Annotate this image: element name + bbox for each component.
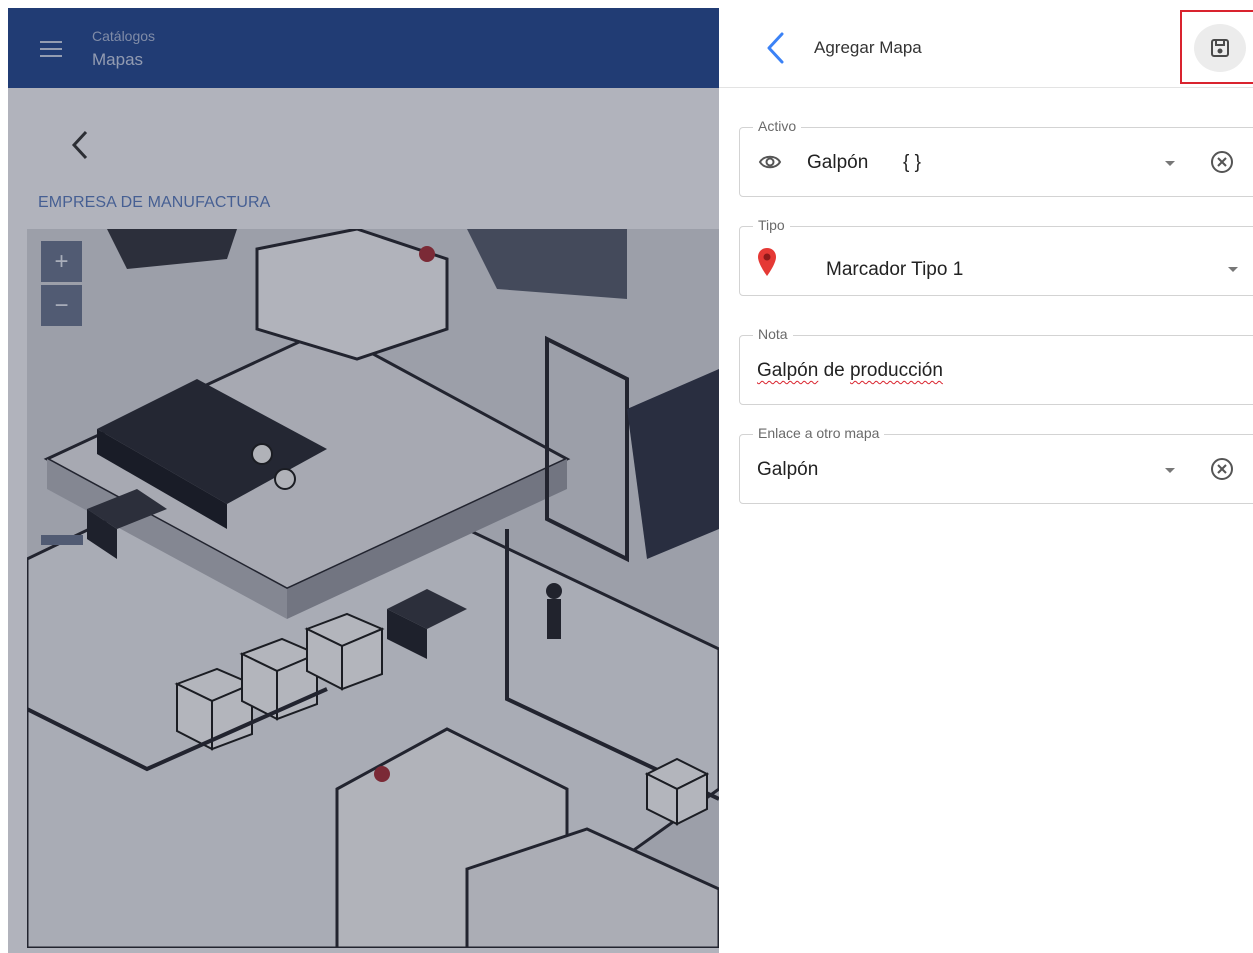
floppy-disk-icon xyxy=(1211,39,1229,57)
eye-icon xyxy=(758,155,782,169)
enlace-field[interactable]: Enlace a otro mapa Galpón xyxy=(739,425,1253,504)
nota-word-3: producción xyxy=(849,360,943,381)
nota-label: Nota xyxy=(753,326,793,342)
chevron-left-icon[interactable] xyxy=(764,30,788,66)
map-view-background: Catálogos Mapas EMPRESA DE MANUFACTURA +… xyxy=(8,8,719,953)
add-map-panel: Agregar Mapa Activo Galpón { } Tipo Marc… xyxy=(719,8,1253,953)
activo-json-indicator: { } xyxy=(903,152,921,173)
nota-word-1: Galpón xyxy=(757,360,819,381)
activo-field[interactable]: Activo Galpón { } xyxy=(739,118,1253,197)
breadcrumb-current: Mapas xyxy=(92,50,144,69)
enlace-value: Galpón xyxy=(757,459,819,480)
caret-down-icon[interactable] xyxy=(1228,267,1238,272)
tipo-label: Tipo xyxy=(753,217,790,233)
floorplan-illustration xyxy=(27,229,719,948)
tipo-field[interactable]: Tipo Marcador Tipo 1 xyxy=(739,217,1253,296)
caret-down-icon[interactable] xyxy=(1165,161,1175,166)
activo-label: Activo xyxy=(753,118,802,134)
enlace-label: Enlace a otro mapa xyxy=(753,425,885,441)
map-scale-bar xyxy=(41,535,83,545)
breadcrumb-parent: Catálogos xyxy=(92,28,156,44)
tipo-value: Marcador Tipo 1 xyxy=(826,259,964,280)
app-header: Catálogos Mapas xyxy=(8,8,719,88)
map-content-area: EMPRESA DE MANUFACTURA + − xyxy=(8,88,719,953)
nota-field[interactable]: Nota Galpón de producción xyxy=(739,326,1253,405)
company-name: EMPRESA DE MANUFACTURA xyxy=(38,194,271,211)
chevron-left-icon[interactable] xyxy=(66,128,94,162)
zoom-out-button[interactable]: − xyxy=(41,285,82,326)
map-pin-icon xyxy=(758,248,776,276)
panel-title: Agregar Mapa xyxy=(814,38,922,57)
zoom-in-button[interactable]: + xyxy=(41,241,82,282)
panel-header: Agregar Mapa xyxy=(719,8,1253,88)
menu-icon[interactable] xyxy=(40,41,62,57)
caret-down-icon[interactable] xyxy=(1165,468,1175,473)
clear-circle-icon[interactable] xyxy=(1210,150,1234,174)
clear-circle-icon[interactable] xyxy=(1210,457,1234,481)
nota-value[interactable]: Galpón de producción xyxy=(757,360,943,382)
nota-word-2: de xyxy=(823,360,845,381)
map-canvas[interactable]: + − xyxy=(27,229,719,948)
activo-value: Galpón xyxy=(807,152,869,173)
save-button[interactable] xyxy=(1194,24,1246,72)
